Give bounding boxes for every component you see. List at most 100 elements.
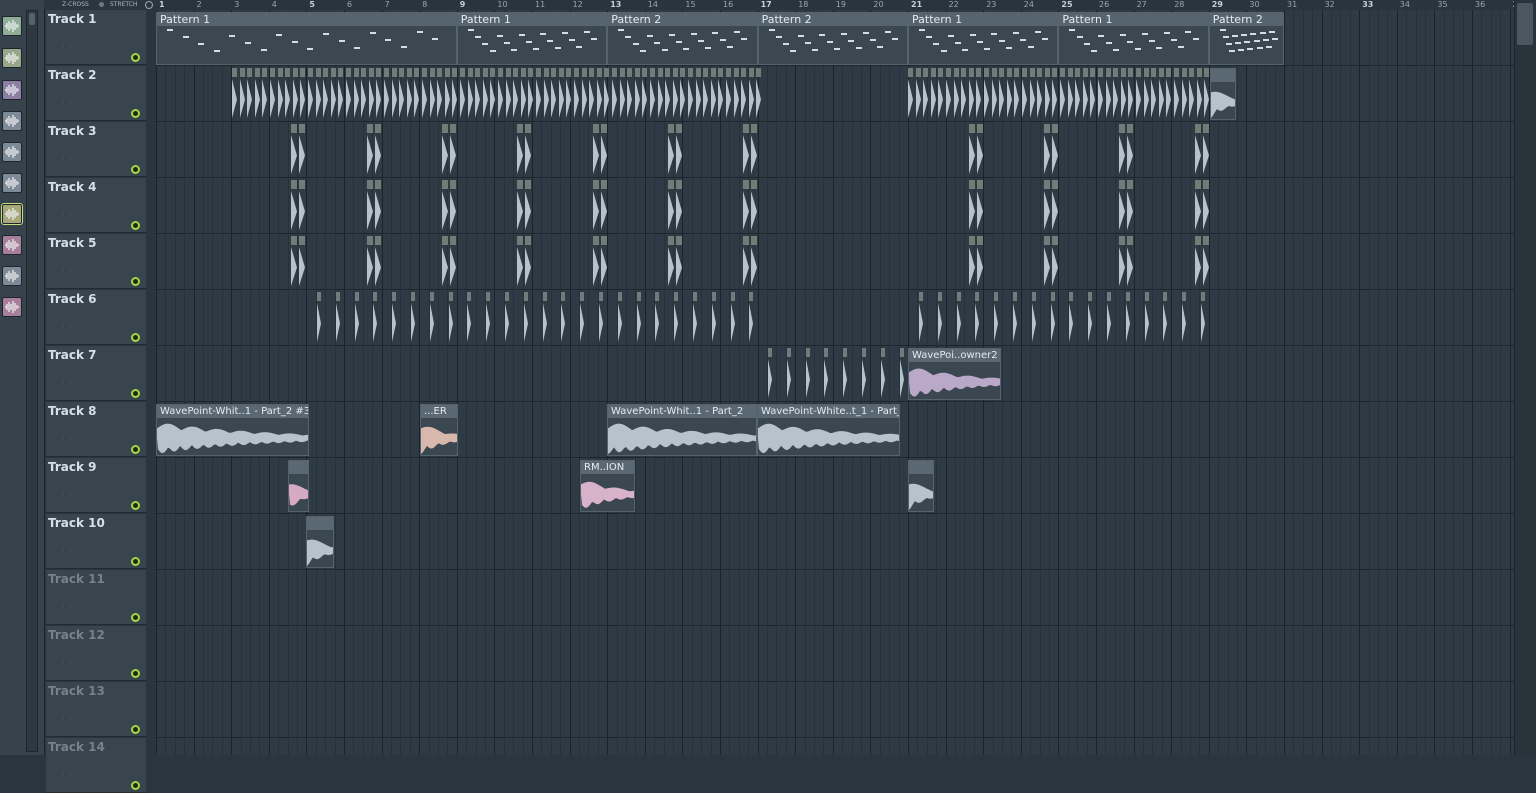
track-header[interactable]: Track 8 . . .	[46, 402, 146, 457]
sample-hit-clip[interactable]	[1051, 236, 1059, 288]
audio-clip[interactable]: ↦ RM..ION	[580, 460, 635, 512]
sample-hit-clip[interactable]	[467, 68, 474, 120]
sample-hit-clip[interactable]	[436, 68, 443, 120]
track-grip[interactable]: . . .	[62, 96, 80, 105]
sample-hit-clip[interactable]	[675, 180, 683, 232]
audio-clip[interactable]: ↦ WavePoint-Whit..1 - Part_2 #3	[156, 404, 309, 456]
sample-hit-clip[interactable]	[596, 68, 603, 120]
sample-hit-clip[interactable]	[974, 292, 980, 344]
track-header[interactable]: Track 10 . . .	[46, 514, 146, 569]
sample-hit-clip[interactable]	[755, 68, 762, 120]
sample-hit-clip[interactable]	[1126, 124, 1134, 176]
sample-hit-clip[interactable]	[335, 292, 341, 344]
sample-hit-clip[interactable]	[429, 68, 436, 120]
sample-hit-clip[interactable]	[520, 68, 527, 120]
channel-picker-item[interactable]	[2, 80, 22, 100]
sample-hit-clip[interactable]	[449, 180, 457, 232]
sample-hit-clip[interactable]	[1127, 68, 1134, 120]
sample-hit-clip[interactable]	[733, 68, 740, 120]
sample-hit-clip[interactable]	[368, 68, 375, 120]
sample-hit-clip[interactable]	[505, 68, 512, 120]
channel-picker-item[interactable]	[2, 111, 22, 131]
sample-hit-clip[interactable]	[1044, 68, 1051, 120]
sample-hit-clip[interactable]	[603, 68, 610, 120]
sample-hit-clip[interactable]	[299, 68, 306, 120]
audio-clip[interactable]: ↦	[306, 516, 334, 568]
sample-hit-clip[interactable]	[600, 236, 608, 288]
sample-hit-clip[interactable]	[448, 292, 454, 344]
audio-clip[interactable]: ↦	[908, 460, 934, 512]
track-header[interactable]: Track 5 . . .	[46, 234, 146, 289]
channel-picker-item[interactable]	[2, 235, 22, 255]
sample-hit-clip[interactable]	[907, 68, 914, 120]
sample-hit-clip[interactable]	[1118, 180, 1126, 232]
sample-hit-clip[interactable]	[730, 292, 736, 344]
sample-hit-clip[interactable]	[1126, 236, 1134, 288]
sample-hit-clip[interactable]	[290, 124, 298, 176]
pattern-clip[interactable]: Pattern 1	[156, 12, 457, 65]
sample-hit-clip[interactable]	[372, 292, 378, 344]
track-mute-led[interactable]	[131, 557, 140, 566]
sample-hit-clip[interactable]	[444, 68, 451, 120]
sample-hit-clip[interactable]	[636, 292, 642, 344]
track-header[interactable]: Track 12 . . .	[46, 626, 146, 681]
pattern-clip[interactable]: Pattern 1	[456, 12, 608, 65]
track-header[interactable]: Track 14 . . .	[46, 738, 146, 793]
sample-hit-clip[interactable]	[991, 68, 998, 120]
sample-hit-clip[interactable]	[1188, 68, 1195, 120]
sample-hit-clip[interactable]	[956, 292, 962, 344]
track-grip[interactable]: . . .	[62, 544, 80, 553]
sample-hit-clip[interactable]	[1105, 68, 1112, 120]
sample-hit-clip[interactable]	[485, 292, 491, 344]
sample-hit-clip[interactable]	[1202, 180, 1210, 232]
sample-hit-clip[interactable]	[290, 236, 298, 288]
sample-hit-clip[interactable]	[277, 68, 284, 120]
sample-hit-clip[interactable]	[560, 292, 566, 344]
sample-hit-clip[interactable]	[750, 236, 758, 288]
audio-clip[interactable]: ↦ WavePoint-White..t_1 - Part_2	[757, 404, 900, 456]
pattern-clip[interactable]: Pattern 1	[908, 12, 1059, 65]
sample-hit-clip[interactable]	[592, 180, 600, 232]
track-mute-led[interactable]	[131, 165, 140, 174]
sample-hit-clip[interactable]	[1202, 124, 1210, 176]
sample-hit-clip[interactable]	[1125, 292, 1131, 344]
sample-hit-clip[interactable]	[315, 68, 322, 120]
sample-hit-clip[interactable]	[1012, 292, 1018, 344]
sample-hit-clip[interactable]	[565, 68, 572, 120]
sample-hit-clip[interactable]	[695, 68, 702, 120]
sample-hit-clip[interactable]	[649, 68, 656, 120]
sample-hit-clip[interactable]	[725, 68, 732, 120]
sample-hit-clip[interactable]	[805, 348, 811, 400]
channel-picker-item[interactable]	[2, 16, 22, 36]
sample-hit-clip[interactable]	[675, 124, 683, 176]
track-mute-led[interactable]	[131, 613, 140, 622]
sample-hit-clip[interactable]	[292, 68, 299, 120]
sample-hit-clip[interactable]	[842, 348, 848, 400]
track-grip[interactable]: . . .	[62, 40, 80, 49]
sample-hit-clip[interactable]	[410, 292, 416, 344]
sample-hit-clip[interactable]	[307, 68, 314, 120]
track-mute-led[interactable]	[131, 781, 140, 790]
sample-hit-clip[interactable]	[322, 68, 329, 120]
sample-hit-clip[interactable]	[550, 68, 557, 120]
sample-hit-clip[interactable]	[702, 68, 709, 120]
sample-hit-clip[interactable]	[664, 68, 671, 120]
sample-hit-clip[interactable]	[1087, 292, 1093, 344]
sample-hit-clip[interactable]	[672, 68, 679, 120]
sample-hit-clip[interactable]	[667, 236, 675, 288]
track-grip[interactable]: . . .	[62, 320, 80, 329]
track-header[interactable]: Track 13 . . .	[46, 682, 146, 737]
sample-hit-clip[interactable]	[413, 68, 420, 120]
sample-hit-clip[interactable]	[1143, 68, 1150, 120]
sample-hit-clip[interactable]	[1196, 68, 1203, 120]
sample-hit-clip[interactable]	[383, 68, 390, 120]
sample-hit-clip[interactable]	[968, 68, 975, 120]
sample-hit-clip[interactable]	[915, 68, 922, 120]
audio-clip[interactable]: ↦ WavePoi..owner2	[908, 348, 1001, 400]
sample-hit-clip[interactable]	[1173, 68, 1180, 120]
sample-hit-clip[interactable]	[679, 68, 686, 120]
sample-hit-clip[interactable]	[742, 180, 750, 232]
sample-hit-clip[interactable]	[406, 68, 413, 120]
sample-hit-clip[interactable]	[360, 68, 367, 120]
sample-hit-clip[interactable]	[899, 348, 905, 400]
